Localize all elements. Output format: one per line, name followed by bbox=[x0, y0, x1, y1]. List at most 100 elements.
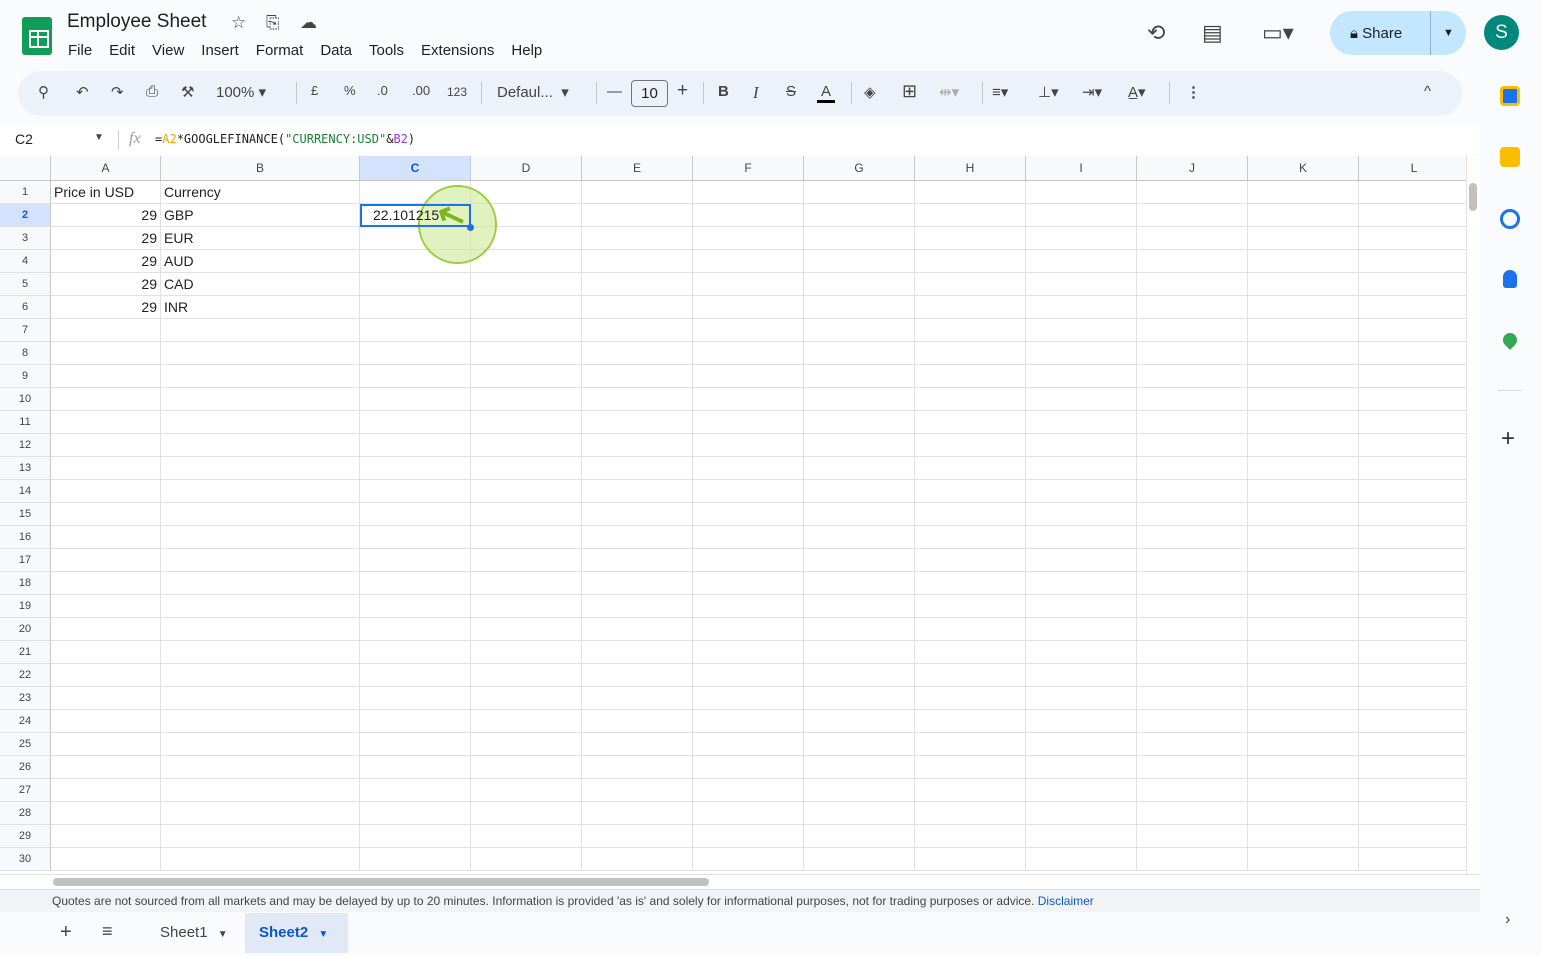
cell-J20[interactable] bbox=[1137, 618, 1248, 641]
cell-H11[interactable] bbox=[915, 411, 1026, 434]
cell-K3[interactable] bbox=[1248, 227, 1359, 250]
cell-I6[interactable] bbox=[1026, 296, 1137, 319]
cell-J26[interactable] bbox=[1137, 756, 1248, 779]
cell-L22[interactable] bbox=[1359, 664, 1466, 687]
cell-J4[interactable] bbox=[1137, 250, 1248, 273]
spreadsheet-grid[interactable]: A B C D E F G H I J K L 1 Price in USD Currency 2 29 GBP 2… bbox=[0, 156, 1466, 874]
cell-H27[interactable] bbox=[915, 779, 1026, 802]
cell-H8[interactable] bbox=[915, 342, 1026, 365]
text-wrapping-icon[interactable]: ⇥▾ bbox=[1082, 83, 1102, 101]
cell-F7[interactable] bbox=[693, 319, 804, 342]
cell-J12[interactable] bbox=[1137, 434, 1248, 457]
cell-I23[interactable] bbox=[1026, 687, 1137, 710]
row-header[interactable]: 16 bbox=[0, 526, 51, 549]
row-header[interactable]: 20 bbox=[0, 618, 51, 641]
cell-E6[interactable] bbox=[582, 296, 693, 319]
cell-L27[interactable] bbox=[1359, 779, 1466, 802]
cell-J7[interactable] bbox=[1137, 319, 1248, 342]
cell-G2[interactable] bbox=[804, 204, 915, 227]
cell-L18[interactable] bbox=[1359, 572, 1466, 595]
cell-K29[interactable] bbox=[1248, 825, 1359, 848]
cell-E15[interactable] bbox=[582, 503, 693, 526]
cell-F18[interactable] bbox=[693, 572, 804, 595]
row-header[interactable]: 15 bbox=[0, 503, 51, 526]
vertical-align-icon[interactable]: ⊥▾ bbox=[1038, 83, 1059, 101]
cell-A14[interactable] bbox=[51, 480, 161, 503]
row-header[interactable]: 2 bbox=[0, 204, 51, 227]
row-header[interactable]: 11 bbox=[0, 411, 51, 434]
cell-B4[interactable]: AUD bbox=[161, 250, 360, 273]
cell-L26[interactable] bbox=[1359, 756, 1466, 779]
cell-G14[interactable] bbox=[804, 480, 915, 503]
cell-D12[interactable] bbox=[471, 434, 582, 457]
cell-J29[interactable] bbox=[1137, 825, 1248, 848]
row-header[interactable]: 6 bbox=[0, 296, 51, 319]
menu-extensions[interactable]: Extensions bbox=[421, 42, 494, 59]
cell-E30[interactable] bbox=[582, 848, 693, 871]
cell-H21[interactable] bbox=[915, 641, 1026, 664]
percent-format-button[interactable]: % bbox=[344, 83, 356, 98]
cell-G7[interactable] bbox=[804, 319, 915, 342]
cell-B21[interactable] bbox=[161, 641, 360, 664]
cell-D27[interactable] bbox=[471, 779, 582, 802]
cell-C18[interactable] bbox=[360, 572, 471, 595]
cell-F19[interactable] bbox=[693, 595, 804, 618]
row-header[interactable]: 1 bbox=[0, 181, 51, 204]
cell-E5[interactable] bbox=[582, 273, 693, 296]
text-rotation-icon[interactable]: A̲▾ bbox=[1128, 83, 1146, 101]
cell-J13[interactable] bbox=[1137, 457, 1248, 480]
cell-C28[interactable] bbox=[360, 802, 471, 825]
cell-C29[interactable] bbox=[360, 825, 471, 848]
cell-D25[interactable] bbox=[471, 733, 582, 756]
column-header-E[interactable]: E bbox=[582, 156, 693, 181]
row-header[interactable]: 17 bbox=[0, 549, 51, 572]
cell-J6[interactable] bbox=[1137, 296, 1248, 319]
cell-J24[interactable] bbox=[1137, 710, 1248, 733]
cell-D24[interactable] bbox=[471, 710, 582, 733]
cell-J8[interactable] bbox=[1137, 342, 1248, 365]
cell-I21[interactable] bbox=[1026, 641, 1137, 664]
cell-H28[interactable] bbox=[915, 802, 1026, 825]
add-sheet-icon[interactable]: + bbox=[60, 921, 72, 944]
cell-A17[interactable] bbox=[51, 549, 161, 572]
cell-L9[interactable] bbox=[1359, 365, 1466, 388]
redo-icon[interactable]: ↷ bbox=[111, 83, 124, 101]
cell-F23[interactable] bbox=[693, 687, 804, 710]
cell-K28[interactable] bbox=[1248, 802, 1359, 825]
cell-I18[interactable] bbox=[1026, 572, 1137, 595]
cell-J10[interactable] bbox=[1137, 388, 1248, 411]
cell-C2[interactable]: 22.101215 bbox=[360, 204, 471, 227]
cell-H3[interactable] bbox=[915, 227, 1026, 250]
cell-F28[interactable] bbox=[693, 802, 804, 825]
row-header[interactable]: 30 bbox=[0, 848, 51, 871]
cell-L13[interactable] bbox=[1359, 457, 1466, 480]
cell-J17[interactable] bbox=[1137, 549, 1248, 572]
cell-G26[interactable] bbox=[804, 756, 915, 779]
cell-D13[interactable] bbox=[471, 457, 582, 480]
cell-G23[interactable] bbox=[804, 687, 915, 710]
cell-F2[interactable] bbox=[693, 204, 804, 227]
cell-A12[interactable] bbox=[51, 434, 161, 457]
cell-K12[interactable] bbox=[1248, 434, 1359, 457]
row-header[interactable]: 12 bbox=[0, 434, 51, 457]
cell-C15[interactable] bbox=[360, 503, 471, 526]
move-folder-icon[interactable]: ⎘ bbox=[266, 13, 280, 33]
cell-H10[interactable] bbox=[915, 388, 1026, 411]
cell-B1[interactable]: Currency bbox=[161, 181, 360, 204]
cell-E11[interactable] bbox=[582, 411, 693, 434]
tab-menu-icon[interactable]: ▼ bbox=[218, 929, 228, 940]
increase-decimal-button[interactable]: .00 bbox=[412, 83, 430, 98]
row-header[interactable]: 23 bbox=[0, 687, 51, 710]
cell-L28[interactable] bbox=[1359, 802, 1466, 825]
cell-C27[interactable] bbox=[360, 779, 471, 802]
merge-cells-icon[interactable]: ⇹▾ bbox=[939, 83, 959, 101]
cell-G1[interactable] bbox=[804, 181, 915, 204]
cell-B13[interactable] bbox=[161, 457, 360, 480]
cell-H19[interactable] bbox=[915, 595, 1026, 618]
column-header-L[interactable]: L bbox=[1359, 156, 1466, 181]
cell-H6[interactable] bbox=[915, 296, 1026, 319]
cell-C16[interactable] bbox=[360, 526, 471, 549]
cell-J9[interactable] bbox=[1137, 365, 1248, 388]
cell-D7[interactable] bbox=[471, 319, 582, 342]
cell-F10[interactable] bbox=[693, 388, 804, 411]
